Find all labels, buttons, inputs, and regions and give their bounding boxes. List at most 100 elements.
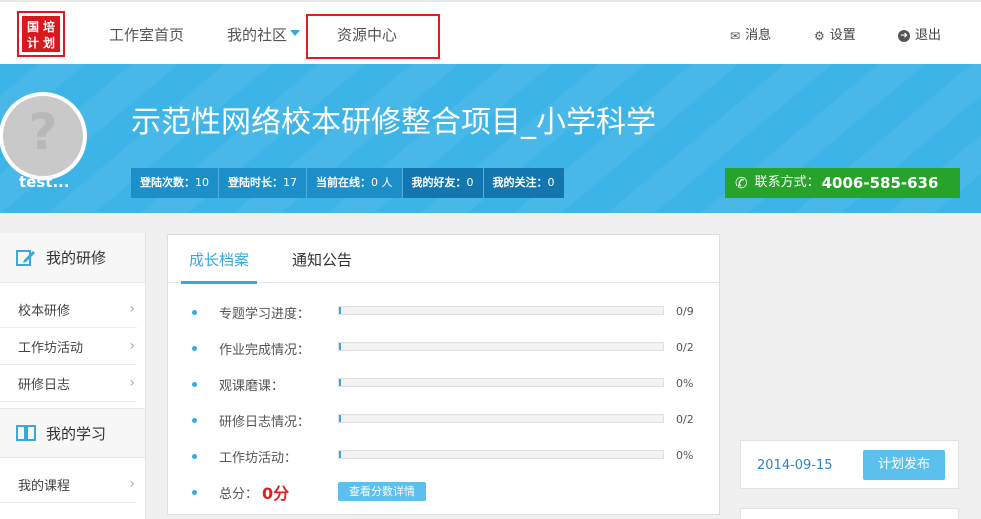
bullet-dot [192, 489, 197, 495]
stat-online-now: 当前在线：0 人 [307, 168, 403, 198]
progress-row: 研修日志情况： [192, 410, 310, 430]
envelope-icon: ✉ [730, 29, 741, 43]
sidebar-item-workshop[interactable]: 工作坊活动 › [0, 328, 137, 365]
stat-label: 我的关注： [492, 176, 548, 189]
sidebar-item-my-courses[interactable]: 我的课程 › [0, 466, 137, 503]
chevron-right-icon: › [129, 338, 135, 354]
score-label: 总分： [219, 486, 259, 502]
row-value: 0/9 [676, 305, 694, 318]
contact-label: 联系方式： [754, 175, 820, 190]
project-title: 示范性网络校本研修整合项目_小学科学 [131, 105, 656, 140]
highlight-box [306, 14, 440, 59]
plan-release-button[interactable]: 计划发布 [863, 450, 945, 480]
settings-label: 设置 [829, 28, 856, 43]
left-sidebar: 我的研修 校本研修 › 工作坊活动 › 研修日志 › 我的学习 我的课程 › [0, 233, 146, 519]
row-label: 工作坊活动： [219, 450, 298, 466]
sidebar-list: 我的课程 › [0, 458, 145, 503]
logo-char: 划 [42, 36, 55, 50]
sidebar-item-label: 工作坊活动 [18, 340, 84, 356]
stat-following[interactable]: 我的关注：0 [483, 168, 564, 198]
avatar[interactable]: ? [0, 92, 87, 180]
nav-community-link[interactable]: 我的社区 [227, 24, 301, 46]
sidebar-section-my-learning[interactable]: 我的学习 [0, 408, 145, 458]
sidebar-section-title: 我的研修 [46, 249, 107, 267]
stat-friends[interactable]: 我的好友：0 [402, 168, 484, 198]
contact-box: ✆ 联系方式： 4006-585-636 [725, 168, 960, 198]
bullet-dot [192, 381, 197, 387]
row-label: 研修日志情况： [219, 414, 311, 430]
book-icon [16, 424, 36, 442]
progress-fill [339, 451, 341, 458]
progress-bar [338, 342, 664, 351]
nav-community-label: 我的社区 [227, 26, 288, 44]
progress-bar [338, 378, 664, 387]
row-value: 0/2 [676, 341, 694, 354]
settings-link[interactable]: ⚙ 设置 [814, 27, 856, 45]
chevron-right-icon: › [129, 476, 135, 492]
stat-value: 10 [195, 176, 209, 189]
edit-icon [16, 249, 36, 267]
progress-row: 作业完成情况： [192, 338, 310, 358]
progress-bar [338, 450, 664, 459]
sidebar-section-title: 我的学习 [46, 424, 107, 443]
contact-phone: 4006-585-636 [821, 174, 939, 192]
progress-fill [339, 415, 341, 422]
sidebar-item-school-training[interactable]: 校本研修 › [0, 291, 137, 328]
score-value: 0分 [262, 484, 290, 503]
username[interactable]: test... [19, 173, 70, 191]
row-label: 观课磨课： [219, 378, 285, 394]
caret-down-icon [290, 30, 301, 36]
messages-link[interactable]: ✉ 消息 [730, 27, 771, 45]
row-label: 作业完成情况： [219, 342, 311, 358]
sidebar-item-journal[interactable]: 研修日志 › [0, 365, 137, 402]
growth-panel: 成长档案 通知公告 专题学习进度： 0/9 作业完成情况： 0/2 观课磨课： … [167, 234, 720, 515]
bullet-dot [192, 417, 197, 423]
sidebar-item-label: 我的课程 [18, 478, 71, 494]
progress-fill [339, 307, 341, 314]
stat-value: 0 [466, 176, 474, 189]
chevron-right-icon: › [129, 375, 135, 391]
bullet-dot [192, 309, 197, 315]
messages-label: 消息 [745, 28, 772, 43]
progress-row: 工作坊活动： [192, 446, 297, 466]
tab-notices[interactable]: 通知公告 [292, 250, 352, 270]
progress-row: 观课磨课： [192, 374, 284, 394]
stat-label: 我的好友： [411, 176, 467, 189]
bullet-dot [192, 453, 197, 459]
plan-date: 2014-09-15 [757, 458, 833, 473]
row-value: 0% [676, 377, 694, 390]
stat-label: 登陆时长： [228, 176, 283, 189]
progress-bar [338, 306, 664, 315]
bullet-dot [192, 345, 197, 351]
progress-fill [339, 343, 341, 350]
progress-bar [338, 414, 664, 423]
gear-icon: ⚙ [814, 29, 825, 43]
site-logo[interactable]: 国 培 计 划 [17, 11, 65, 57]
progress-fill [339, 379, 341, 386]
top-navigation: 国 培 计 划 工作室首页 我的社区 资源中心 ✉ 消息 ⚙ 设置 ➜ 退出 [0, 0, 981, 64]
plan-release-box: 2014-09-15 计划发布 [740, 440, 959, 489]
row-label: 专题学习进度： [219, 306, 311, 322]
panel-tabs: 成长档案 通知公告 [168, 235, 719, 284]
view-score-details-button[interactable]: 查看分数详情 [338, 482, 426, 501]
tab-growth-record[interactable]: 成长档案 [180, 250, 258, 284]
sidebar-list: 校本研修 › 工作坊活动 › 研修日志 › [0, 283, 145, 402]
stat-value: 17 [283, 176, 297, 189]
stat-value: 0 [547, 176, 555, 189]
total-score-row: 总分： 0分 [192, 482, 290, 503]
stat-login-duration: 登陆时长：17 [219, 168, 307, 198]
progress-row: 专题学习进度： [192, 302, 310, 322]
question-mark-icon: ? [28, 103, 58, 161]
logout-link[interactable]: ➜ 退出 [898, 27, 941, 45]
nav-home-link[interactable]: 工作室首页 [109, 24, 184, 46]
phone-icon: ✆ [735, 174, 748, 192]
sidebar-item-label: 校本研修 [18, 303, 71, 319]
logout-label: 退出 [915, 28, 942, 43]
stat-label: 登陆次数： [140, 176, 195, 189]
row-value: 0/2 [676, 413, 694, 426]
chevron-right-icon: › [129, 301, 135, 317]
logo-char: 计 [26, 36, 39, 50]
sidebar-section-my-training[interactable]: 我的研修 [0, 233, 145, 283]
stat-label: 当前在线： [316, 176, 371, 189]
sidebar-item-label: 研修日志 [18, 377, 71, 393]
